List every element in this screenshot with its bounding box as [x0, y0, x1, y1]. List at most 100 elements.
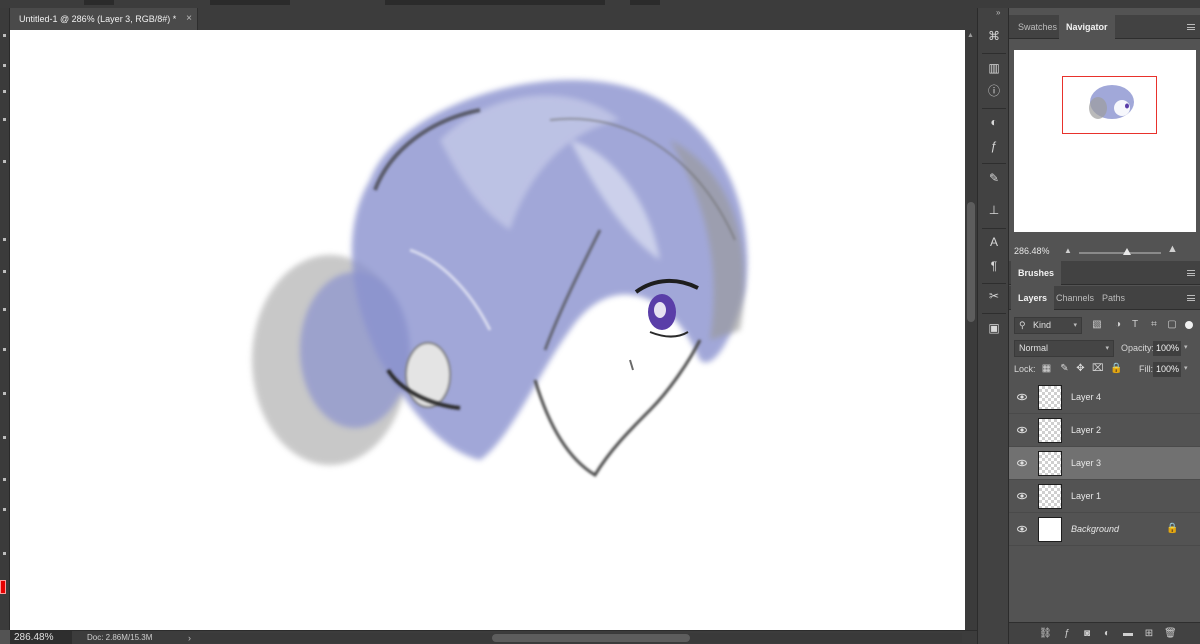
tab-brushes[interactable]: Brushes: [1011, 261, 1062, 285]
navigator-preview[interactable]: [1014, 50, 1196, 232]
link-layers-icon[interactable]: ⛓: [1039, 628, 1052, 640]
properties-icon[interactable]: ▣: [986, 320, 1002, 336]
filter-pixel-icon[interactable]: ▧: [1091, 319, 1103, 331]
adjustments-icon[interactable]: ◐: [986, 114, 1002, 130]
new-group-icon[interactable]: ▬: [1122, 628, 1134, 640]
tab-layers[interactable]: Layers: [1011, 286, 1055, 310]
layer-name[interactable]: Layer 1: [1071, 491, 1101, 501]
character-icon[interactable]: A: [986, 234, 1002, 250]
scroll-up-icon[interactable]: ▲: [967, 32, 974, 39]
filter-adjustment-icon[interactable]: ◑: [1112, 319, 1124, 331]
filter-shape-icon[interactable]: ⌗: [1148, 319, 1160, 331]
dock-separator: [982, 53, 1006, 54]
close-tab-icon[interactable]: ×: [186, 13, 192, 24]
eye-icon[interactable]: [1017, 392, 1027, 402]
tab-swatches[interactable]: Swatches: [1011, 15, 1064, 39]
zoom-in-mountain-icon[interactable]: ▲: [1167, 243, 1178, 255]
layer-filter-kind-label: Kind: [1033, 320, 1052, 330]
paragraph-icon[interactable]: ¶: [986, 258, 1002, 274]
layer-row[interactable]: Layer 1: [1009, 480, 1200, 513]
clone-source-icon[interactable]: ⊥: [986, 202, 1002, 218]
status-menu-arrow-icon[interactable]: ›: [188, 631, 191, 644]
lock-transparent-icon[interactable]: ▦: [1041, 363, 1052, 374]
adjustment-layer-icon[interactable]: ◐: [1101, 628, 1113, 640]
zoom-field[interactable]: 286.48%: [10, 631, 72, 644]
tool-icon[interactable]: [3, 392, 6, 395]
swap-colors-icon[interactable]: [3, 552, 6, 555]
panel-menu-icon[interactable]: [1187, 270, 1195, 276]
tool-icon[interactable]: [3, 348, 6, 351]
tool-icon[interactable]: [3, 238, 6, 241]
search-icon: ⚲: [1019, 320, 1026, 330]
collapse-dock-icon[interactable]: »: [996, 8, 1000, 17]
horizontal-scroll-thumb[interactable]: [492, 634, 690, 642]
blend-opacity-row: Normal ▾ Opacity: 100% ▾: [1009, 339, 1200, 359]
eye-icon[interactable]: [1017, 491, 1027, 501]
tool-icon[interactable]: [3, 90, 6, 93]
layer-style-fx-icon[interactable]: ƒ: [1061, 628, 1073, 640]
tab-navigator[interactable]: Navigator: [1059, 15, 1115, 39]
new-layer-icon[interactable]: ⊞: [1143, 628, 1155, 640]
photoshop-window: Untitled-1 @ 286% (Layer 3, RGB/8#) * ×: [0, 0, 1200, 644]
layer-name[interactable]: Background: [1071, 524, 1119, 534]
lock-all-icon[interactable]: 🔒: [1110, 363, 1122, 374]
tool-icon[interactable]: [3, 270, 6, 273]
vertical-scroll-thumb[interactable]: [967, 202, 975, 322]
histogram-icon[interactable]: ▥: [986, 60, 1002, 76]
layer-name[interactable]: Layer 3: [1071, 458, 1101, 468]
lock-artboard-icon[interactable]: ⌧: [1092, 363, 1104, 374]
navigator-view-rectangle[interactable]: [1062, 76, 1157, 134]
horizontal-scrollbar[interactable]: [200, 633, 962, 643]
chevron-down-icon[interactable]: ▾: [1184, 364, 1188, 372]
navigator-zoom-value[interactable]: 286.48%: [1014, 246, 1050, 256]
fill-field[interactable]: 100%: [1153, 362, 1181, 377]
navigator-zoom-knob[interactable]: [1123, 248, 1131, 255]
tool-icon[interactable]: [3, 34, 6, 37]
layer-name[interactable]: Layer 4: [1071, 392, 1101, 402]
filter-smart-object-icon[interactable]: ▢: [1166, 319, 1178, 331]
filter-toggle-icon[interactable]: [1185, 321, 1193, 329]
styles-fx-icon[interactable]: ƒ: [986, 138, 1002, 154]
navigator-panel-tabs: Swatches Navigator: [1009, 15, 1200, 39]
lock-position-icon[interactable]: ✥: [1075, 363, 1086, 374]
brush-settings-icon[interactable]: ✎: [986, 170, 1002, 186]
document-canvas[interactable]: [10, 30, 965, 630]
vertical-scrollbar[interactable]: ▲: [965, 30, 977, 630]
tool-icon[interactable]: [3, 478, 6, 481]
layer-name[interactable]: Layer 2: [1071, 425, 1101, 435]
tool-icon[interactable]: [3, 118, 6, 121]
tool-icon[interactable]: [3, 308, 6, 311]
tool-icon[interactable]: [3, 436, 6, 439]
panel-menu-icon[interactable]: [1187, 295, 1195, 301]
eye-highlight: [654, 302, 666, 318]
info-icon[interactable]: ⓘ: [986, 82, 1002, 98]
zoom-out-mountain-icon[interactable]: ▲: [1064, 246, 1072, 255]
blend-mode-select[interactable]: Normal ▾: [1014, 340, 1114, 357]
layer-row[interactable]: Layer 2: [1009, 414, 1200, 447]
tab-paths[interactable]: Paths: [1095, 286, 1132, 310]
navigator-zoom-slider[interactable]: [1079, 252, 1161, 254]
foreground-color-swatch[interactable]: [0, 580, 6, 594]
layer-filter-kind[interactable]: ⚲ Kind ▾: [1014, 317, 1082, 334]
panel-menu-icon[interactable]: [1187, 24, 1195, 30]
eye-icon[interactable]: [1017, 425, 1027, 435]
tab-channels[interactable]: Channels: [1049, 286, 1101, 310]
layer-row[interactable]: Background 🔒: [1009, 513, 1200, 546]
layer-filter-bar: ⚲ Kind ▾ ▧ ◑ T ⌗ ▢: [1009, 314, 1200, 338]
tool-icon[interactable]: [3, 508, 6, 511]
tool-icon[interactable]: [3, 64, 6, 67]
document-tab[interactable]: Untitled-1 @ 286% (Layer 3, RGB/8#) * ×: [10, 8, 198, 30]
add-mask-icon[interactable]: ◙: [1081, 628, 1093, 640]
delete-layer-icon[interactable]: 🗑: [1164, 628, 1177, 640]
tool-icon[interactable]: [3, 160, 6, 163]
eye-icon[interactable]: [1017, 458, 1027, 468]
history-brush-icon[interactable]: ⌘: [986, 28, 1002, 44]
lock-image-icon[interactable]: ✎: [1059, 363, 1070, 374]
layer-row-selected[interactable]: Layer 3: [1009, 447, 1200, 480]
eye-icon[interactable]: [1017, 524, 1027, 534]
filter-type-icon[interactable]: T: [1129, 319, 1141, 331]
opacity-field[interactable]: 100%: [1153, 341, 1181, 356]
chevron-down-icon[interactable]: ▾: [1184, 343, 1188, 351]
tool-presets-icon[interactable]: ✂: [986, 288, 1002, 304]
layer-row[interactable]: Layer 4: [1009, 381, 1200, 414]
